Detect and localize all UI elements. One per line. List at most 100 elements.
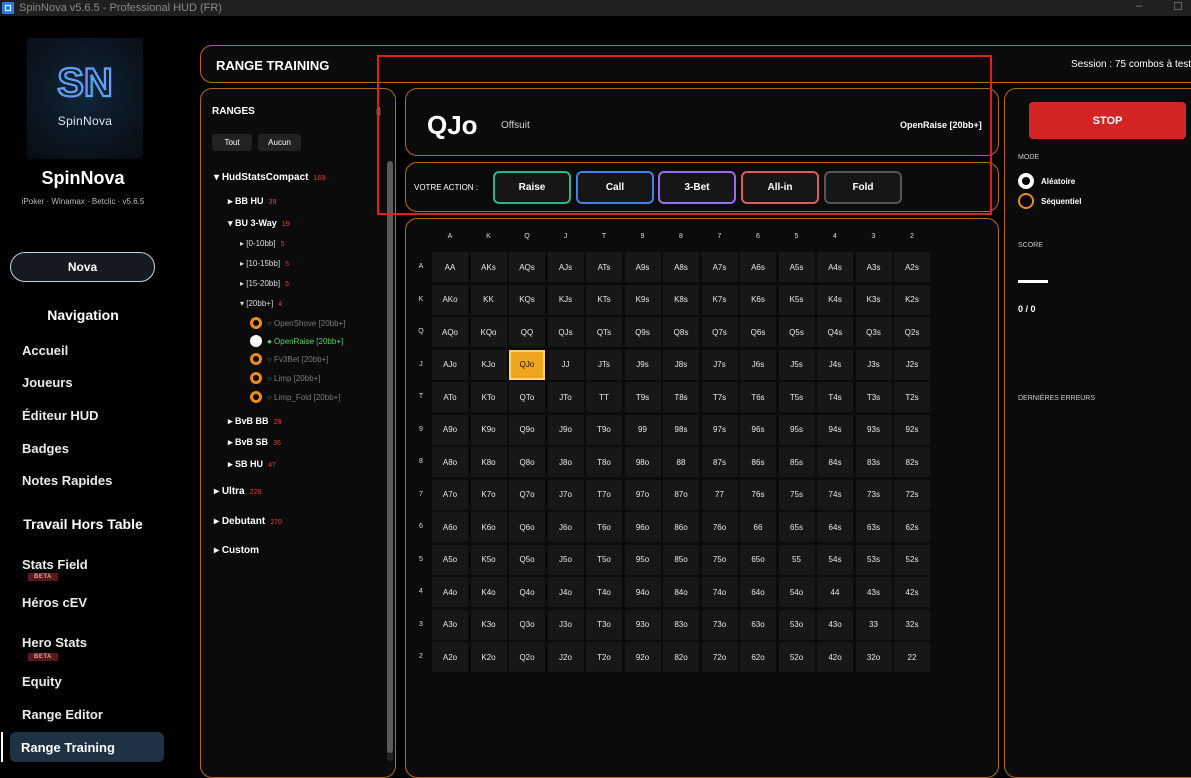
hand-cell[interactable]: 97s (701, 414, 738, 445)
hand-cell[interactable]: 94o (624, 577, 661, 607)
hand-cell[interactable]: T7o (586, 479, 622, 510)
hand-cell[interactable]: Q9s (624, 317, 661, 347)
hand-cell[interactable]: KK (470, 284, 507, 315)
minimize-icon[interactable]: – (1136, 0, 1142, 12)
hand-cell[interactable]: 92s (894, 414, 930, 445)
hand-cell[interactable]: 84s (817, 447, 853, 477)
hand-cell[interactable]: 33 (855, 609, 892, 640)
hand-cell[interactable]: AJo (432, 349, 468, 380)
hand-cell[interactable]: K5o (470, 544, 507, 575)
hand-cell[interactable]: QTo (509, 382, 545, 412)
hand-cell[interactable]: 43s (855, 577, 892, 607)
hand-cell[interactable]: 52o (778, 642, 815, 672)
hand-cell[interactable]: KTs (586, 284, 622, 315)
hand-cell[interactable]: 72o (701, 642, 738, 672)
hand-cell[interactable]: Q8s (663, 317, 699, 347)
hand-cell[interactable]: Q5o (509, 544, 545, 575)
hand-cell[interactable]: Q3o (509, 609, 545, 640)
tree-node[interactable]: ▸ BvB BB 28 (228, 416, 281, 427)
hand-cell[interactable]: J6o (547, 512, 584, 542)
hand-cell[interactable]: 83s (855, 447, 892, 477)
hand-cell[interactable]: 99 (624, 414, 661, 445)
hand-cell[interactable]: K9o (470, 414, 507, 445)
select-none-button[interactable]: Aucun (258, 134, 301, 151)
hand-cell[interactable]: 98s (663, 414, 699, 445)
nav-item-range-training[interactable]: Range Training (10, 732, 164, 762)
hand-cell[interactable]: 63s (855, 512, 892, 542)
nav-item-equity[interactable]: Equity (22, 674, 62, 689)
hand-cell[interactable]: 54o (778, 577, 815, 607)
hand-cell[interactable]: JTo (547, 382, 584, 412)
hand-cell[interactable]: 93o (624, 609, 661, 640)
hand-cell[interactable]: T6o (586, 512, 622, 542)
hand-cell[interactable]: A5o (432, 544, 468, 575)
hand-cell[interactable]: J9o (547, 414, 584, 445)
nav-item-editeur-hud[interactable]: Éditeur HUD (22, 408, 99, 423)
hand-cell[interactable]: KQo (470, 317, 507, 347)
range-leaf[interactable]: ○ OpenShove [20bb+] (250, 317, 345, 329)
tree-node[interactable]: ▸ [15-20bb] 5 (240, 279, 289, 288)
hand-cell[interactable]: K2o (470, 642, 507, 672)
hand-cell[interactable]: 63o (740, 609, 776, 640)
hand-cell[interactable]: 82s (894, 447, 930, 477)
hand-cell[interactable]: 84o (663, 577, 699, 607)
hand-cell[interactable]: T8o (586, 447, 622, 477)
hand-cell[interactable]: J6s (740, 349, 776, 380)
hand-cell[interactable]: K7s (701, 284, 738, 315)
hand-cell[interactable]: Q3s (855, 317, 892, 347)
nav-item-stats-field[interactable]: Stats Field (22, 557, 88, 572)
hand-cell[interactable]: 64o (740, 577, 776, 607)
hand-cell[interactable]: AQo (432, 317, 468, 347)
hand-cell[interactable]: 64s (817, 512, 853, 542)
hand-cell[interactable]: J2o (547, 642, 584, 672)
hand-cell[interactable]: QTs (586, 317, 622, 347)
hand-cell[interactable]: A6s (740, 252, 776, 282)
hand-cell[interactable]: 53s (855, 544, 892, 575)
hand-cell[interactable]: QJs (547, 317, 584, 347)
hand-cell[interactable]: 66 (740, 512, 776, 542)
tree-node[interactable]: ▾ [20bb+] 4 (240, 299, 282, 308)
hand-cell-selected[interactable]: QJo (509, 349, 545, 380)
hand-cell[interactable]: 72s (894, 479, 930, 510)
hand-cell[interactable]: K6o (470, 512, 507, 542)
hand-cell[interactable]: A2o (432, 642, 468, 672)
hand-cell[interactable]: A6o (432, 512, 468, 542)
nav-item-notes-rapides[interactable]: Notes Rapides (22, 473, 112, 488)
nav-item-range-editor[interactable]: Range Editor (22, 707, 103, 722)
hand-cell[interactable]: 87o (663, 479, 699, 510)
hand-cell[interactable]: JJ (547, 349, 584, 380)
hand-cell[interactable]: 95s (778, 414, 815, 445)
hand-cell[interactable]: A4o (432, 577, 468, 607)
hand-cell[interactable]: J5o (547, 544, 584, 575)
hand-cell[interactable]: A4s (817, 252, 853, 282)
hand-cell[interactable]: ATs (586, 252, 622, 282)
hand-cell[interactable]: 76s (740, 479, 776, 510)
tree-node[interactable]: ▸ Ultra 228 (214, 486, 261, 497)
select-all-button[interactable]: Tout (212, 134, 252, 151)
hand-cell[interactable]: AKs (470, 252, 507, 282)
hand-cell[interactable]: A3o (432, 609, 468, 640)
mode-sequential-option[interactable]: Séquentiel (1018, 193, 1081, 209)
hand-cell[interactable]: 54s (817, 544, 853, 575)
hand-cell[interactable]: T8s (663, 382, 699, 412)
hand-cell[interactable]: Q4o (509, 577, 545, 607)
hand-cell[interactable]: T4s (817, 382, 853, 412)
hand-cell[interactable]: T2o (586, 642, 622, 672)
tree-node[interactable]: ▸ [0-10bb] 5 (240, 239, 285, 248)
hand-cell[interactable]: 22 (894, 642, 930, 672)
hand-cell[interactable]: 76o (701, 512, 738, 542)
hand-cell[interactable]: 74o (701, 577, 738, 607)
hand-cell[interactable]: 85o (663, 544, 699, 575)
range-leaf[interactable]: ○ Limp [20bb+] (250, 372, 321, 384)
hand-cell[interactable]: T9s (624, 382, 661, 412)
hand-cell[interactable]: K3s (855, 284, 892, 315)
hand-cell[interactable]: 92o (624, 642, 661, 672)
hand-cell[interactable]: T3o (586, 609, 622, 640)
hand-cell[interactable]: K4o (470, 577, 507, 607)
hand-cell[interactable]: AQs (509, 252, 545, 282)
hand-cell[interactable]: A8o (432, 447, 468, 477)
nav-item-badges[interactable]: Badges (22, 441, 69, 456)
hand-cell[interactable]: 55 (778, 544, 815, 575)
stop-button[interactable]: STOP (1029, 102, 1186, 139)
hand-cell[interactable]: J7o (547, 479, 584, 510)
